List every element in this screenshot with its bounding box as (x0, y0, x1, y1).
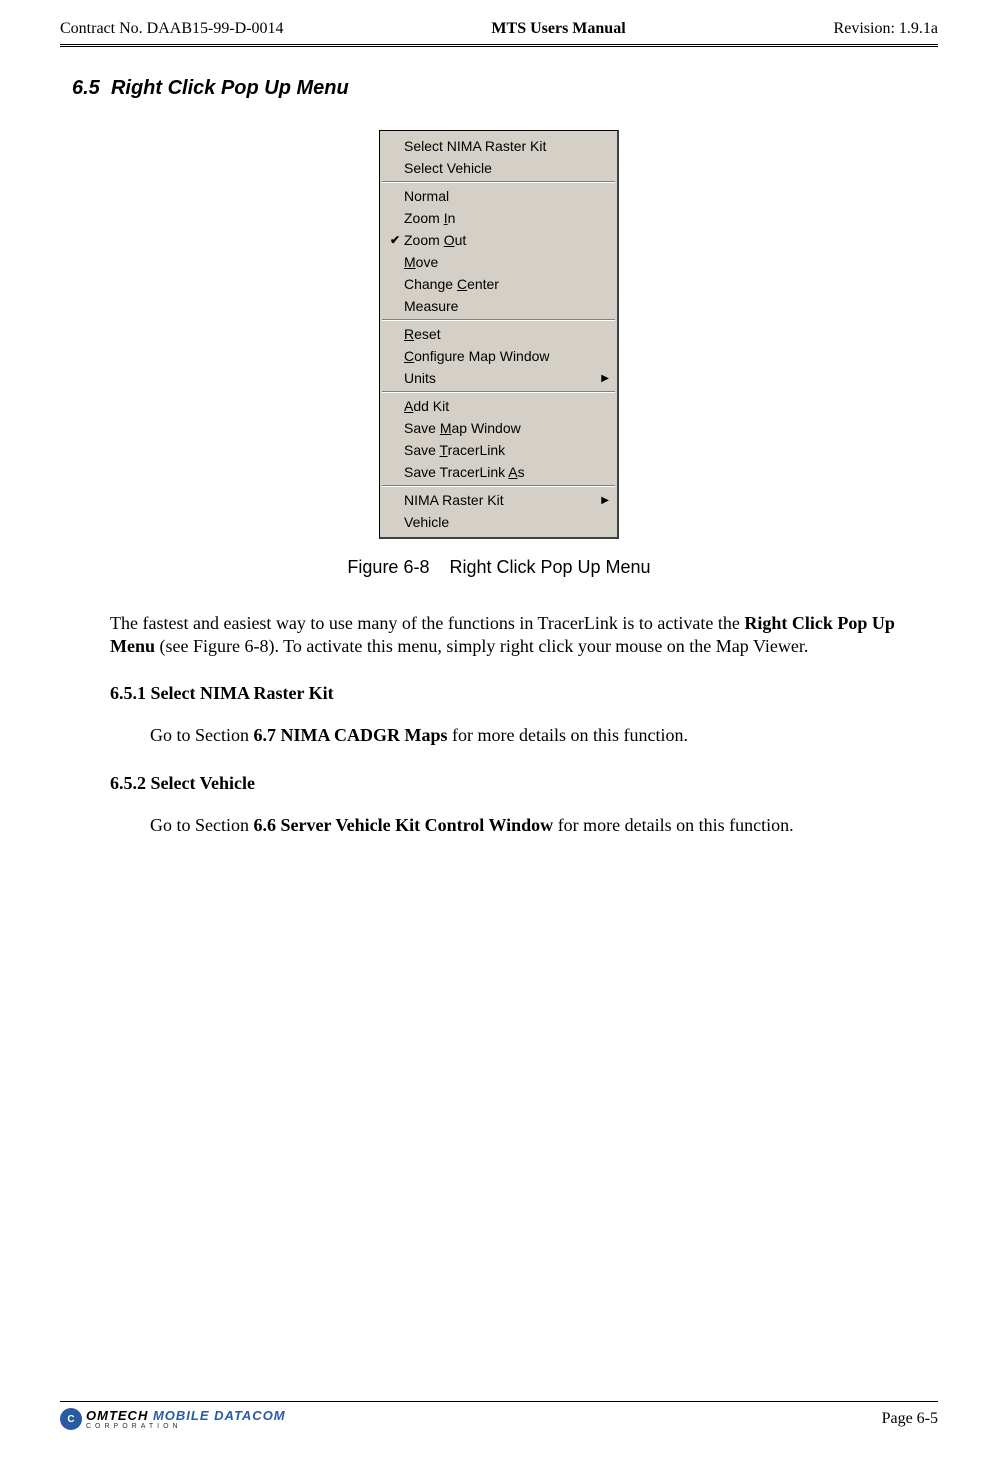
menu-item-label: Normal (404, 188, 609, 204)
submenu-arrow-icon: ▶ (601, 495, 609, 506)
menu-item[interactable]: Move (382, 251, 615, 273)
menu-item[interactable]: Save TracerLink As (382, 461, 615, 483)
menu-group: NIMA Raster Kit▶ Vehicle (382, 486, 615, 535)
sub-body-6-5-2: Go to Section 6.6 Server Vehicle Kit Con… (150, 814, 908, 837)
page-number: Page 6-5 (882, 1410, 938, 1428)
header-title: MTS Users Manual (491, 20, 625, 38)
logo-globe-icon: C (60, 1408, 82, 1430)
menu-group: NormalZoom In✔Zoom OutMoveChange CenterM… (382, 182, 615, 320)
sub-body-6-5-1: Go to Section 6.7 NIMA CADGR Maps for mo… (150, 724, 908, 747)
menu-item-label: Add Kit (404, 398, 609, 414)
menu-item[interactable]: Configure Map Window (382, 345, 615, 367)
menu-item-label: Save TracerLink As (404, 464, 609, 480)
menu-item-label: Configure Map Window (404, 348, 609, 364)
menu-item-label: Vehicle (404, 514, 609, 530)
header-revision: Revision: 1.9.1a (834, 20, 938, 38)
menu-item-label: Select Vehicle (404, 160, 609, 176)
menu-item[interactable]: Add Kit (382, 395, 615, 417)
header-contract: Contract No. DAAB15-99-D-0014 (60, 20, 284, 38)
menu-item[interactable]: NIMA Raster Kit▶ (382, 489, 615, 511)
menu-item-label: Zoom Out (404, 232, 609, 248)
menu-item[interactable]: Select Vehicle (382, 157, 615, 179)
menu-item[interactable]: Zoom In (382, 207, 615, 229)
menu-group: Add Kit Save Map Window Save TracerLink Sav… (382, 392, 615, 486)
section-heading: 6.5 Right Click Pop Up Menu (72, 77, 938, 100)
page-footer: C OMTECH MOBILE DATACOM CORPORATION Page… (60, 1395, 938, 1430)
menu-item-label: Change Center (404, 276, 609, 292)
menu-item[interactable]: Save Map Window (382, 417, 615, 439)
header-rule (60, 44, 938, 47)
sub-heading-6-5-1: 6.5.1 Select NIMA Raster Kit (110, 683, 938, 704)
menu-item-label: Zoom In (404, 210, 609, 226)
menu-item-label: Save TracerLink (404, 442, 609, 458)
menu-item[interactable]: Select NIMA Raster Kit (382, 135, 615, 157)
menu-item[interactable]: Vehicle (382, 511, 615, 533)
check-icon: ✔ (386, 233, 404, 247)
menu-item[interactable]: Reset (382, 323, 615, 345)
menu-item-label: Units (404, 370, 601, 386)
menu-item[interactable]: Save TracerLink (382, 439, 615, 461)
menu-item-label: NIMA Raster Kit (404, 492, 601, 508)
footer-rule (60, 1401, 938, 1402)
menu-item-label: Move (404, 254, 609, 270)
intro-paragraph: The fastest and easiest way to use many … (110, 612, 908, 659)
menu-item[interactable]: Units▶ (382, 367, 615, 389)
menu-group: Reset Configure Map Window Units▶ (382, 320, 615, 392)
footer-logo: C OMTECH MOBILE DATACOM CORPORATION (60, 1408, 286, 1430)
menu-item-label: Measure (404, 298, 609, 314)
menu-item[interactable]: Change Center (382, 273, 615, 295)
menu-item-label: Save Map Window (404, 420, 609, 436)
menu-item[interactable]: Normal (382, 185, 615, 207)
menu-item[interactable]: ✔Zoom Out (382, 229, 615, 251)
page-header: Contract No. DAAB15-99-D-0014 MTS Users … (60, 0, 938, 38)
submenu-arrow-icon: ▶ (601, 373, 609, 384)
menu-group: Select NIMA Raster Kit Select Vehicle (382, 133, 615, 182)
sub-heading-6-5-2: 6.5.2 Select Vehicle (110, 773, 938, 794)
figure-caption: Figure 6-8 Right Click Pop Up Menu (60, 557, 938, 578)
menu-item-label: Select NIMA Raster Kit (404, 138, 609, 154)
popup-menu-figure: Select NIMA Raster Kit Select Vehicle Norm… (60, 130, 938, 539)
popup-menu: Select NIMA Raster Kit Select Vehicle Norm… (379, 130, 619, 539)
menu-item-label: Reset (404, 326, 609, 342)
menu-item[interactable]: Measure (382, 295, 615, 317)
